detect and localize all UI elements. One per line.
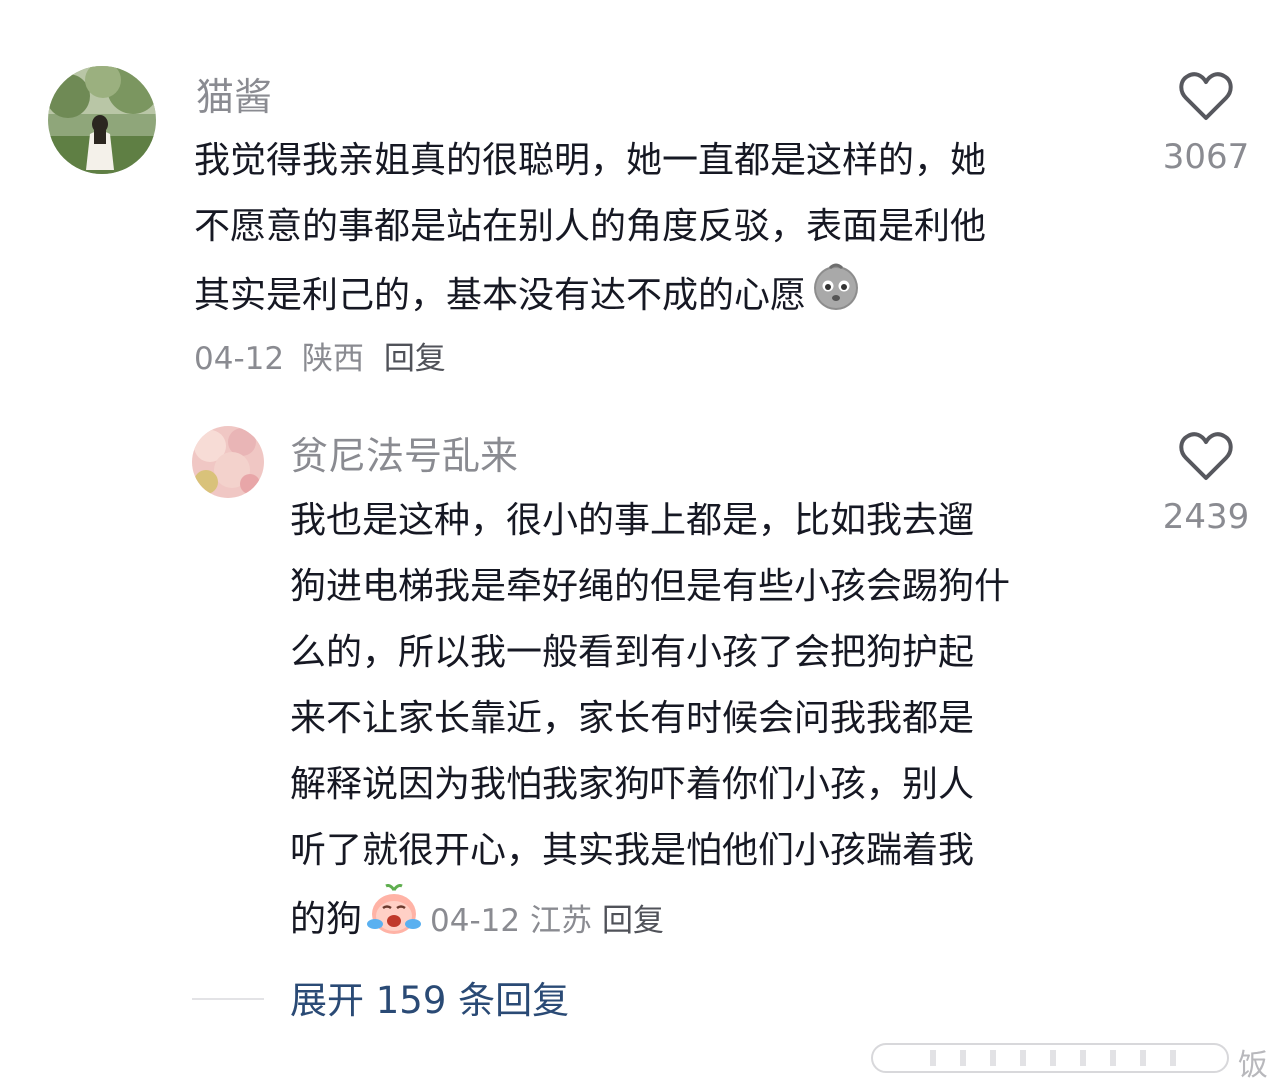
watermark-text: 饭 bbox=[1238, 1048, 1268, 1083]
heart-icon[interactable] bbox=[1151, 432, 1261, 484]
reply-button[interactable]: 回复 bbox=[384, 341, 446, 377]
expand-replies-button[interactable]: 展开 159 条回复 bbox=[290, 982, 569, 1019]
avatar-photo bbox=[48, 66, 156, 174]
potato-emoji bbox=[810, 260, 862, 334]
like-area: 2439 bbox=[1151, 432, 1261, 534]
like-area: 3067 bbox=[1151, 72, 1261, 174]
comment-line: 狗进电梯我是牵好绳的但是有些小孩会踢狗什 bbox=[290, 566, 1011, 607]
avatar[interactable] bbox=[48, 66, 156, 174]
comment-line: 我觉得我亲姐真的很聪明，她一直都是这样的，她 bbox=[194, 140, 987, 181]
watermark-logo bbox=[871, 1043, 1229, 1073]
comment-location: 江苏 bbox=[529, 903, 592, 939]
comment-meta: 04-12 江苏 回复 bbox=[430, 903, 664, 939]
comment-line: 听了就很开心，其实我是怕他们小孩踹着我 bbox=[290, 830, 975, 871]
avatar[interactable] bbox=[192, 426, 264, 498]
comment-date: 04-12 bbox=[194, 341, 285, 377]
comment-line: 其实是利己的，基本没有达不成的心愿 bbox=[194, 275, 807, 316]
comment-meta: 04-12 陕西 回复 bbox=[194, 344, 446, 375]
comment-username[interactable]: 贫尼法号乱来 bbox=[290, 437, 518, 475]
comment-date: 04-12 bbox=[430, 903, 521, 939]
comment-line: 我也是这种，很小的事上都是，比如我去遛 bbox=[290, 500, 975, 541]
comment-line: 解释说因为我怕我家狗吓着你们小孩，别人 bbox=[290, 764, 975, 805]
comment-line: 不愿意的事都是站在别人的角度反驳，表面是利他 bbox=[194, 206, 987, 247]
divider bbox=[192, 998, 264, 1000]
avatar-photo bbox=[192, 426, 264, 498]
comment-location: 陕西 bbox=[301, 341, 364, 377]
comment-text: 我觉得我亲姐真的很聪明，她一直都是这样的，她 不愿意的事都是站在别人的角度反驳，… bbox=[194, 128, 1124, 334]
comment-username[interactable]: 猫酱 bbox=[196, 78, 272, 116]
comment-line: 么的，所以我一般看到有小孩了会把狗护起 bbox=[290, 632, 975, 673]
like-count: 2439 bbox=[1162, 497, 1250, 537]
comment-line: 来不让家长靠近，家长有时候会问我我都是 bbox=[290, 698, 975, 739]
comment-line-with-emoji: 其实是利己的，基本没有达不成的心愿 bbox=[194, 260, 1124, 334]
crying-peach-emoji bbox=[366, 884, 422, 958]
comment-line: 的狗 bbox=[290, 899, 363, 940]
heart-icon[interactable] bbox=[1151, 72, 1261, 124]
comment-line-with-emoji: 的狗 04-12 江苏 回复 bbox=[290, 884, 1130, 958]
watermark: 饭 bbox=[870, 1036, 1280, 1083]
comment-text: 我也是这种，很小的事上都是，比如我去遛 狗进电梯我是牵好绳的但是有些小孩会踢狗什… bbox=[290, 488, 1130, 958]
like-count: 3067 bbox=[1162, 137, 1250, 177]
reply-button[interactable]: 回复 bbox=[602, 903, 664, 939]
